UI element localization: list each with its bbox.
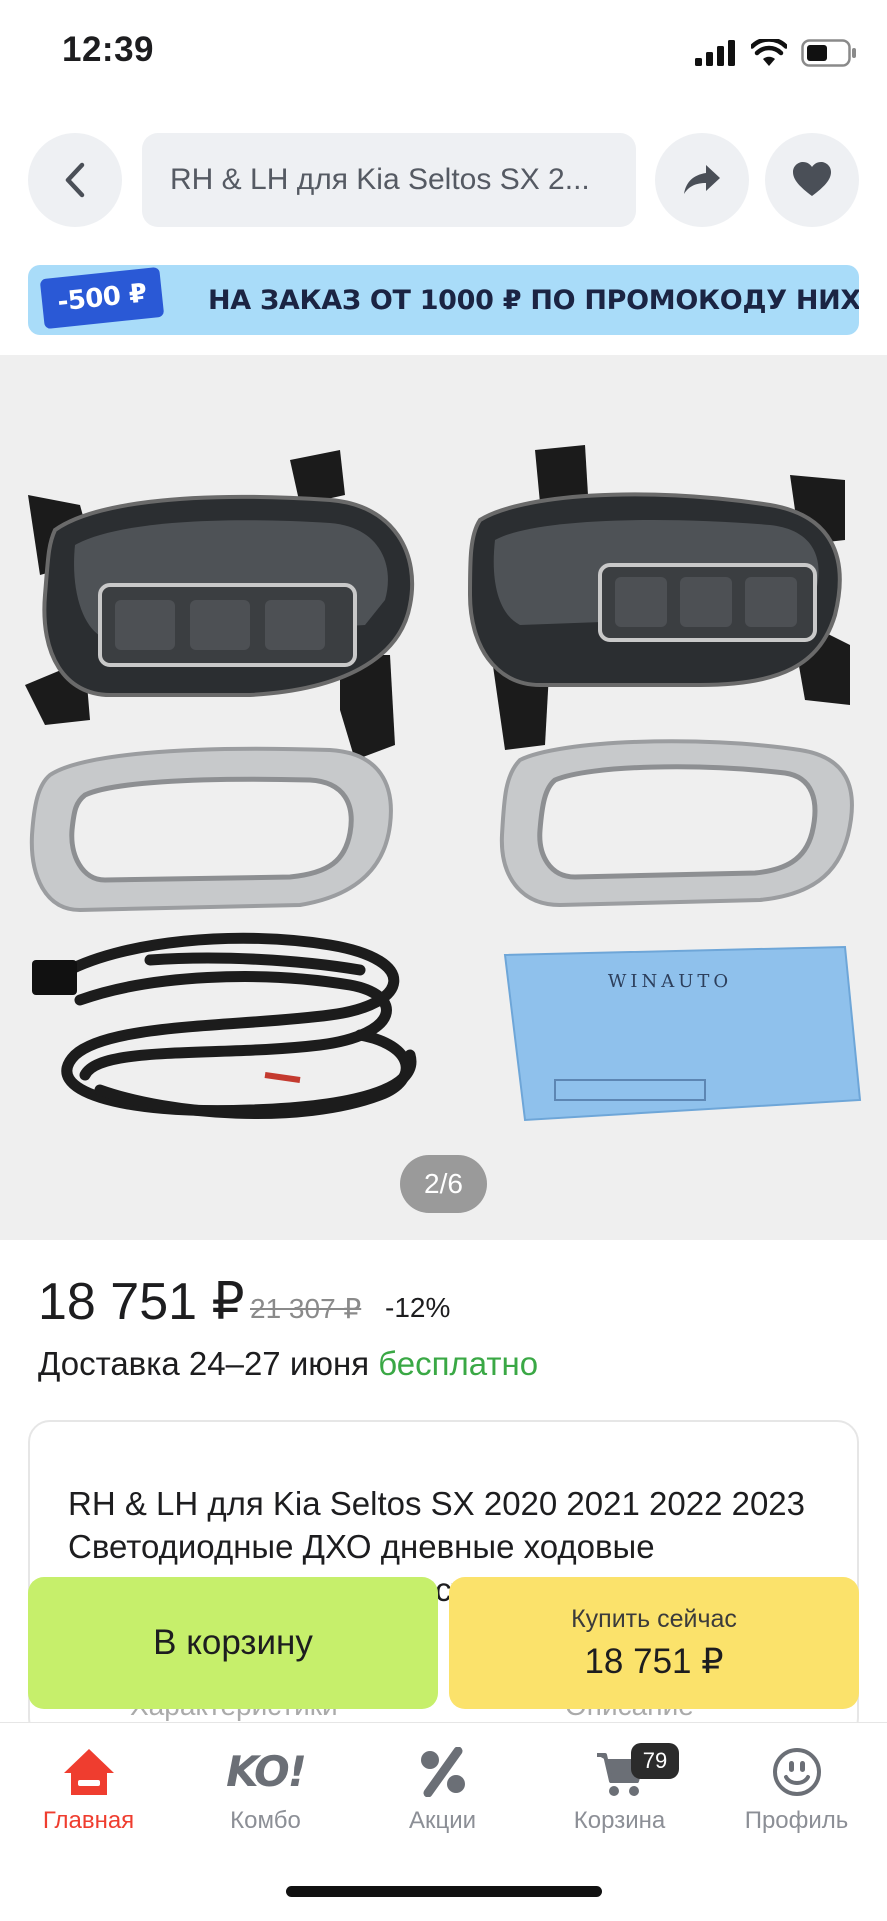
delivery-info: Доставка 24–27 июня бесплатно bbox=[38, 1345, 538, 1383]
search-field[interactable]: RH & LH для Kia Seltos SX 2... bbox=[142, 133, 636, 227]
discount-badge: -12% bbox=[385, 1292, 451, 1323]
nav-home-label: Главная bbox=[42, 1807, 135, 1834]
nav-combo-label: Комбо bbox=[230, 1807, 301, 1834]
buy-now-label: Купить сейчас bbox=[571, 1604, 737, 1633]
promo-banner[interactable]: -500 ₽ НА ЗАКАЗ ОТ 1000 ₽ ПО ПРОМОКОДУ Н… bbox=[28, 265, 859, 335]
current-price: 18 751 ₽ bbox=[38, 1273, 245, 1331]
cart-badge: 79 bbox=[631, 1743, 679, 1779]
status-icons bbox=[695, 38, 857, 68]
promo-text: НА ЗАКАЗ ОТ 1000 ₽ ПО ПРОМОКОДУ НИХАО bbox=[208, 284, 859, 316]
favorite-icon bbox=[793, 162, 831, 196]
nav-home[interactable]: Главная bbox=[0, 1747, 177, 1835]
back-button[interactable] bbox=[28, 133, 122, 227]
product-image: WINAUTO bbox=[25, 445, 862, 1122]
nav-promotions-label: Акции bbox=[408, 1807, 477, 1834]
delivery-free: бесплатно bbox=[378, 1345, 539, 1382]
profile-icon bbox=[772, 1748, 821, 1796]
status-time: 12:39 bbox=[62, 30, 155, 69]
combo-icon: KO! bbox=[226, 1747, 307, 1796]
nav-profile-label: Профиль bbox=[744, 1807, 849, 1834]
nav-cart[interactable]: 79 Корзина bbox=[531, 1743, 708, 1835]
back-icon bbox=[65, 162, 85, 198]
delivery-dates: Доставка 24–27 июня bbox=[38, 1345, 379, 1382]
percent-icon bbox=[420, 1747, 465, 1797]
nav-profile[interactable]: Профиль bbox=[708, 1747, 885, 1835]
share-button[interactable] bbox=[655, 133, 749, 227]
buy-now-price: 18 751 ₽ bbox=[584, 1641, 724, 1681]
nav-combo[interactable]: KO! Комбо bbox=[177, 1747, 354, 1835]
battery-icon bbox=[801, 39, 856, 67]
favorite-button[interactable] bbox=[765, 133, 859, 227]
buy-now-button[interactable]: Купить сейчас 18 751 ₽ bbox=[449, 1577, 859, 1709]
share-icon bbox=[684, 165, 720, 194]
wifi-icon bbox=[751, 39, 787, 66]
add-to-cart-button[interactable]: В корзину bbox=[28, 1577, 438, 1709]
product-gallery[interactable]: WINAUTO bbox=[0, 355, 887, 1240]
promo-tag: -500 ₽ bbox=[39, 266, 165, 330]
gallery-pager: 2/6 bbox=[400, 1155, 487, 1213]
signal-icon bbox=[695, 40, 735, 66]
svg-text:WINAUTO: WINAUTO bbox=[608, 971, 732, 992]
home-indicator bbox=[286, 1886, 602, 1897]
nav-promotions[interactable]: Акции bbox=[354, 1747, 531, 1835]
old-price: 21 307 ₽ bbox=[250, 1293, 362, 1324]
home-icon bbox=[63, 1749, 114, 1795]
nav-cart-label: Корзина bbox=[573, 1807, 666, 1834]
